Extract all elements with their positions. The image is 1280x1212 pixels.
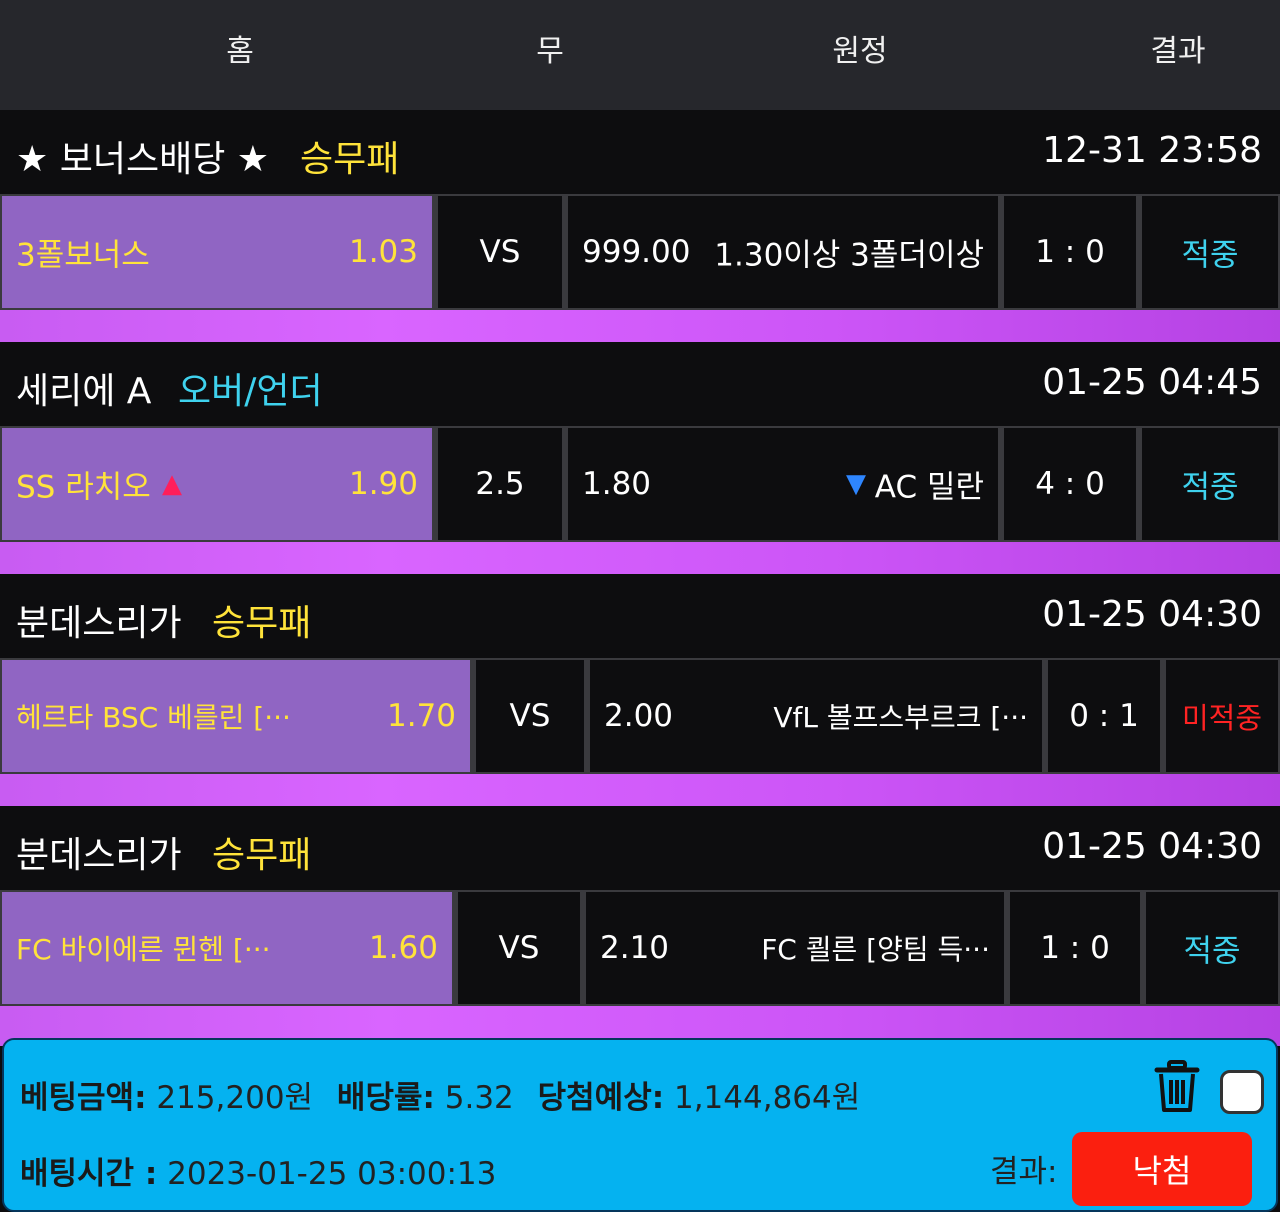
- total-odds: 5.32: [444, 1080, 514, 1116]
- status-cell: 적중: [1142, 428, 1278, 540]
- trash-icon[interactable]: [1154, 1060, 1200, 1114]
- home-pick-cell[interactable]: FC 바이에른 뮌헨 [··· 1.60: [2, 892, 452, 1004]
- odds-label: 배당률:: [336, 1080, 435, 1116]
- league-row: ★ 보너스배당 ★ 승무패 12-31 23:58: [0, 110, 1280, 194]
- game-row: 헤르타 BSC 베를린 [··· 1.70 VS 2.00 VfL 볼프스부르크…: [0, 658, 1280, 774]
- over-arrow-icon: ▲: [162, 469, 182, 499]
- draw-cell: VS: [438, 196, 562, 308]
- home-team: 3폴보너스: [16, 237, 150, 274]
- column-header: 홈 무 원정 결과: [0, 0, 1280, 110]
- home-odds: 1.90: [348, 466, 418, 502]
- expected-payout: 1,144,864원: [673, 1080, 861, 1116]
- away-cell: 1.80 ▼ AC 밀란: [568, 428, 998, 540]
- home-team: 헤르타 BSC 베를린 [···: [16, 701, 291, 734]
- draw-cell: 2.5: [438, 428, 562, 540]
- home-odds: 1.70: [386, 698, 456, 734]
- column-draw: 무: [536, 34, 564, 69]
- draw-value: VS: [498, 930, 540, 966]
- divider-band: [0, 774, 1280, 806]
- draw-cell: VS: [458, 892, 580, 1004]
- away-cell: 2.10 FC 쾰른 [양팀 득···: [586, 892, 1004, 1004]
- game-time: 01-25 04:30: [1042, 594, 1262, 635]
- expected-label: 당첨예상:: [537, 1080, 665, 1116]
- away-team: AC 밀란: [874, 469, 984, 506]
- league-name: 세리에 A: [16, 371, 152, 412]
- home-odds: 1.03: [348, 234, 418, 270]
- market-type: 승무패: [212, 835, 312, 876]
- draw-cell: VS: [476, 660, 584, 772]
- divider-band: [0, 542, 1280, 574]
- game-time: 01-25 04:30: [1042, 826, 1262, 867]
- select-checkbox[interactable]: [1220, 1070, 1264, 1114]
- score-cell: 1 : 0: [1010, 892, 1140, 1004]
- home-pick-cell[interactable]: SS 라치오 ▲ 1.90: [2, 428, 432, 540]
- bet-time-line: 배팅시간 : 2023-01-25 03:00:13: [20, 1148, 496, 1193]
- status-cell: 미적중: [1166, 660, 1278, 772]
- score: 1 : 0: [1035, 234, 1105, 270]
- league-name: 분데스리가: [16, 835, 182, 876]
- draw-value: VS: [479, 234, 521, 270]
- home-team: SS 라치오: [16, 469, 151, 506]
- bet-amount: 215,200원: [156, 1080, 314, 1116]
- line-value: 2.5: [475, 466, 525, 502]
- status-badge: 적중: [1183, 933, 1241, 970]
- league-name: 분데스리가: [16, 603, 182, 644]
- home-pick-cell[interactable]: 3폴보너스 1.03: [2, 196, 432, 308]
- away-odds: 999.00: [582, 234, 691, 270]
- column-result: 결과: [1150, 34, 1206, 69]
- bet-summary-line: 베팅금액: 215,200원 배당률: 5.32 당첨예상: 1,144,864…: [20, 1072, 860, 1117]
- draw-value: VS: [509, 698, 551, 734]
- home-pick-cell[interactable]: 헤르타 BSC 베를린 [··· 1.70: [2, 660, 470, 772]
- status-cell: 적중: [1146, 892, 1278, 1004]
- away-odds: 2.10: [600, 930, 670, 966]
- column-home: 홈: [226, 34, 254, 69]
- bet-summary-panel: 베팅금액: 215,200원 배당률: 5.32 당첨예상: 1,144,864…: [2, 1038, 1278, 1212]
- bet-history-card: 홈 무 원정 결과 ★ 보너스배당 ★ 승무패 12-31 23:58 3폴보너…: [0, 0, 1280, 1212]
- divider-band: [0, 310, 1280, 342]
- status-cell: 적중: [1142, 196, 1278, 308]
- away-team: VfL 볼프스부르크 [···: [773, 701, 1028, 734]
- score-cell: 4 : 0: [1004, 428, 1136, 540]
- game-row: 3폴보너스 1.03 VS 999.00 1.30이상 3폴더이상 1 : 0 …: [0, 194, 1280, 310]
- score: 4 : 0: [1035, 466, 1105, 502]
- game-time: 01-25 04:45: [1042, 362, 1262, 403]
- away-cell: 2.00 VfL 볼프스부르크 [···: [590, 660, 1042, 772]
- market-type: 승무패: [300, 139, 400, 180]
- under-arrow-icon: ▼: [846, 469, 866, 499]
- market-type: 오버/언더: [178, 371, 323, 412]
- score: 1 : 0: [1040, 930, 1110, 966]
- status-badge: 미적중: [1181, 701, 1263, 735]
- score-cell: 1 : 0: [1004, 196, 1136, 308]
- away-cell: 999.00 1.30이상 3폴더이상: [568, 196, 998, 308]
- league-name: ★ 보너스배당 ★: [16, 139, 270, 180]
- game-row: FC 바이에른 뮌헨 [··· 1.60 VS 2.10 FC 쾰른 [양팀 득…: [0, 890, 1280, 1006]
- bet-time: 2023-01-25 03:00:13: [167, 1156, 497, 1192]
- result-label: 결과:: [990, 1154, 1058, 1190]
- away-team: 1.30이상 3폴더이상: [714, 237, 984, 274]
- home-team: FC 바이에른 뮌헨 [···: [16, 933, 271, 966]
- market-type: 승무패: [212, 603, 312, 644]
- home-odds: 1.60: [368, 930, 438, 966]
- score: 0 : 1: [1069, 698, 1139, 734]
- away-odds: 1.80: [582, 466, 652, 502]
- game-row: SS 라치오 ▲ 1.90 2.5 1.80 ▼ AC 밀란 4 : 0 적중: [0, 426, 1280, 542]
- status-badge: 적중: [1181, 237, 1239, 274]
- away-team: FC 쾰른 [양팀 득···: [761, 933, 990, 966]
- column-away: 원정: [832, 34, 888, 69]
- bet-amount-label: 베팅금액:: [20, 1080, 147, 1116]
- league-row: 분데스리가 승무패 01-25 04:30: [0, 806, 1280, 890]
- game-time: 12-31 23:58: [1042, 130, 1262, 171]
- status-badge: 적중: [1181, 469, 1239, 506]
- away-odds: 2.00: [604, 698, 674, 734]
- bet-time-label: 배팅시간 :: [20, 1156, 158, 1192]
- score-cell: 0 : 1: [1048, 660, 1160, 772]
- league-row: 분데스리가 승무패 01-25 04:30: [0, 574, 1280, 658]
- result-badge-button[interactable]: 낙첨: [1072, 1132, 1252, 1206]
- league-row: 세리에 A 오버/언더 01-25 04:45: [0, 342, 1280, 426]
